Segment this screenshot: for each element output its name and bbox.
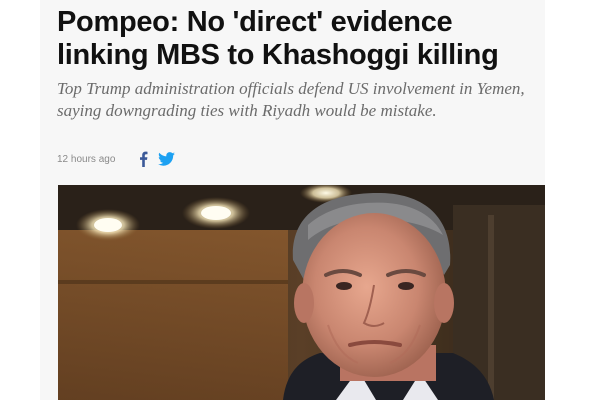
article-photo[interactable] (58, 185, 545, 400)
timestamp: 12 hours ago (57, 153, 116, 165)
standfirst: Top Trump administration officials defen… (57, 79, 525, 120)
twitter-icon[interactable] (158, 152, 176, 166)
facebook-icon[interactable] (137, 151, 149, 167)
headline[interactable]: Pompeo: No 'direct' evidence linking MBS… (57, 6, 542, 72)
article-meta: 12 hours ago (57, 150, 176, 168)
page: Pompeo: No 'direct' evidence linking MBS… (0, 0, 600, 400)
